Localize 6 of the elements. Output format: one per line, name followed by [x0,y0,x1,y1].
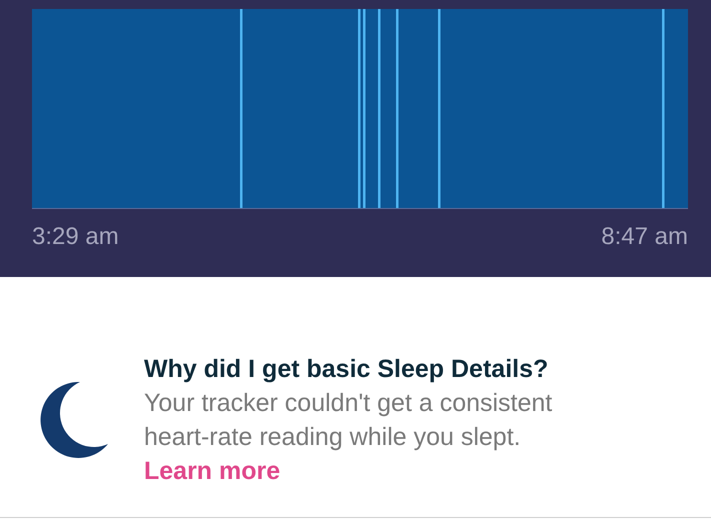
start-time: 3:29 am [32,223,119,251]
learn-more-link[interactable]: Learn more [144,454,280,488]
info-title: Why did I get basic Sleep Details? [144,354,550,385]
end-time: 8:47 am [601,223,688,251]
moon-icon [40,382,108,458]
info-text: Your tracker couldn't get a consistent heart-rate reading while you slept. [144,388,554,453]
